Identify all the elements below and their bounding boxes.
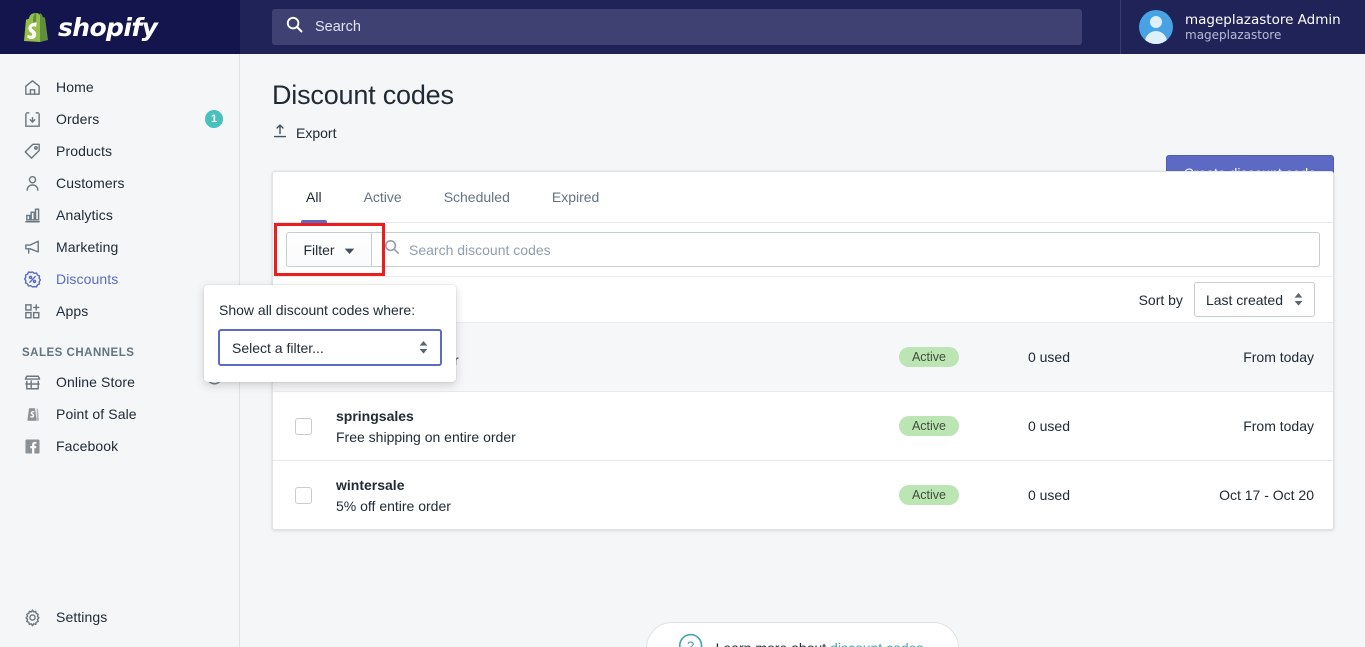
sort-by-value: Last created: [1206, 292, 1283, 308]
search-icon: [286, 16, 303, 38]
date-range: Oct 17 - Oct 20: [1139, 487, 1314, 503]
products-icon: [22, 141, 42, 161]
discounts-icon: [22, 269, 42, 289]
sidebar-item-orders[interactable]: Orders 1: [0, 103, 239, 135]
sidebar-item-label: Orders: [56, 111, 99, 127]
brand-name: shopify: [58, 13, 157, 42]
sidebar-item-label: Discounts: [56, 271, 118, 287]
sidebar-item-label: Products: [56, 143, 112, 159]
date-range: From today: [1139, 418, 1314, 434]
discount-code: wintersale: [336, 477, 451, 493]
select-a-filter-dropdown[interactable]: Select a filter...: [218, 329, 442, 366]
sidebar-item-label: Customers: [56, 175, 125, 191]
filter-label: Filter: [303, 242, 334, 258]
analytics-icon: [22, 205, 42, 225]
home-icon: [22, 77, 42, 97]
tab-expired[interactable]: Expired: [531, 172, 620, 222]
filter-popover: Show all discount codes where: Select a …: [204, 285, 456, 382]
marketing-icon: [22, 237, 42, 257]
usage-count: 0 used: [959, 418, 1139, 434]
export-button[interactable]: Export: [272, 123, 336, 142]
shopify-logo[interactable]: shopify: [0, 0, 240, 54]
sidebar-item-label: Settings: [56, 609, 107, 625]
global-search-placeholder: Search: [315, 19, 361, 35]
search-discount-codes-input[interactable]: Search discount codes: [372, 232, 1320, 267]
chevron-down-icon: [344, 242, 355, 258]
sort-by-select[interactable]: Last created: [1194, 282, 1315, 317]
orders-count-badge: 1: [205, 110, 223, 128]
search-placeholder: Search discount codes: [409, 242, 551, 258]
sidebar-item-facebook[interactable]: Facebook: [0, 430, 239, 462]
sidebar-item-label: Point of Sale: [56, 406, 137, 422]
tab-list: All Active Scheduled Expired: [273, 172, 1333, 223]
status-badge: Active: [899, 347, 959, 367]
sidebar-item-label: Facebook: [56, 438, 118, 454]
help-text: Learn more about discount codes.: [716, 640, 928, 647]
sort-by-label: Sort by: [1139, 292, 1183, 308]
date-range: From today: [1139, 349, 1314, 365]
sidebar-item-products[interactable]: Products: [0, 135, 239, 167]
select-a-filter-value: Select a filter...: [232, 340, 324, 356]
filter-button[interactable]: Filter: [286, 232, 372, 267]
help-suffix: .: [923, 640, 927, 647]
sidebar-item-marketing[interactable]: Marketing: [0, 231, 239, 263]
help-prefix: Learn more about: [716, 640, 830, 647]
discount-code: springsales: [336, 408, 516, 424]
sidebar-item-customers[interactable]: Customers: [0, 167, 239, 199]
sidebar-item-settings[interactable]: Settings: [0, 601, 240, 633]
search-icon: [384, 239, 400, 260]
status-badge: Active: [899, 485, 959, 505]
help-question-icon: ?: [678, 633, 703, 647]
table-row[interactable]: wintersale 5% off entire order Active 0 …: [273, 460, 1333, 529]
sidebar-item-label: Marketing: [56, 239, 118, 255]
tab-all[interactable]: All: [285, 172, 343, 222]
tab-scheduled[interactable]: Scheduled: [423, 172, 531, 222]
row-checkbox[interactable]: [295, 418, 312, 435]
global-search-input[interactable]: Search: [272, 9, 1082, 45]
sidebar-item-point-of-sale[interactable]: Point of Sale: [0, 398, 239, 430]
stepper-icon: [1294, 293, 1303, 306]
apps-icon: [22, 301, 42, 321]
gear-icon: [22, 607, 42, 627]
row-checkbox[interactable]: [295, 487, 312, 504]
sidebar-item-label: Home: [56, 79, 94, 95]
status-badge: Active: [899, 416, 959, 436]
point-of-sale-icon: [22, 404, 42, 424]
table-row[interactable]: springsales Free shipping on entire orde…: [273, 391, 1333, 460]
export-label: Export: [296, 125, 336, 141]
sidebar-item-home[interactable]: Home: [0, 71, 239, 103]
usage-count: 0 used: [959, 349, 1139, 365]
sidebar-item-label: Apps: [56, 303, 88, 319]
facebook-icon: [22, 436, 42, 456]
svg-text:?: ?: [687, 638, 694, 647]
discount-codes-link[interactable]: discount codes: [830, 640, 923, 647]
usage-count: 0 used: [959, 487, 1139, 503]
sidebar-item-label: Online Store: [56, 374, 135, 390]
user-store-name: mageplazastore: [1185, 28, 1341, 43]
top-bar: shopify Search mageplazastore Admin mage…: [0, 0, 1365, 54]
page-header: Discount codes Export: [240, 54, 1365, 144]
shopify-bag-icon: [22, 12, 49, 42]
help-banner: ? Learn more about discount codes.: [646, 622, 960, 647]
sidebar-item-analytics[interactable]: Analytics: [0, 199, 239, 231]
upload-icon: [272, 123, 288, 142]
user-menu[interactable]: mageplazastore Admin mageplazastore: [1120, 0, 1365, 54]
sidebar-item-label: Analytics: [56, 207, 113, 223]
discount-description: 5% off entire order: [336, 498, 451, 514]
discount-description: Free shipping on entire order: [336, 429, 516, 445]
avatar: [1139, 10, 1173, 44]
customers-icon: [22, 173, 42, 193]
tab-active[interactable]: Active: [343, 172, 423, 222]
popover-label: Show all discount codes where:: [204, 285, 456, 318]
user-name: mageplazastore Admin: [1185, 12, 1341, 28]
filter-bar: Filter Search discount codes: [273, 223, 1333, 276]
stepper-icon: [419, 341, 428, 354]
page-title: Discount codes: [272, 80, 1333, 111]
orders-icon: [22, 109, 42, 129]
online-store-icon: [22, 372, 42, 392]
